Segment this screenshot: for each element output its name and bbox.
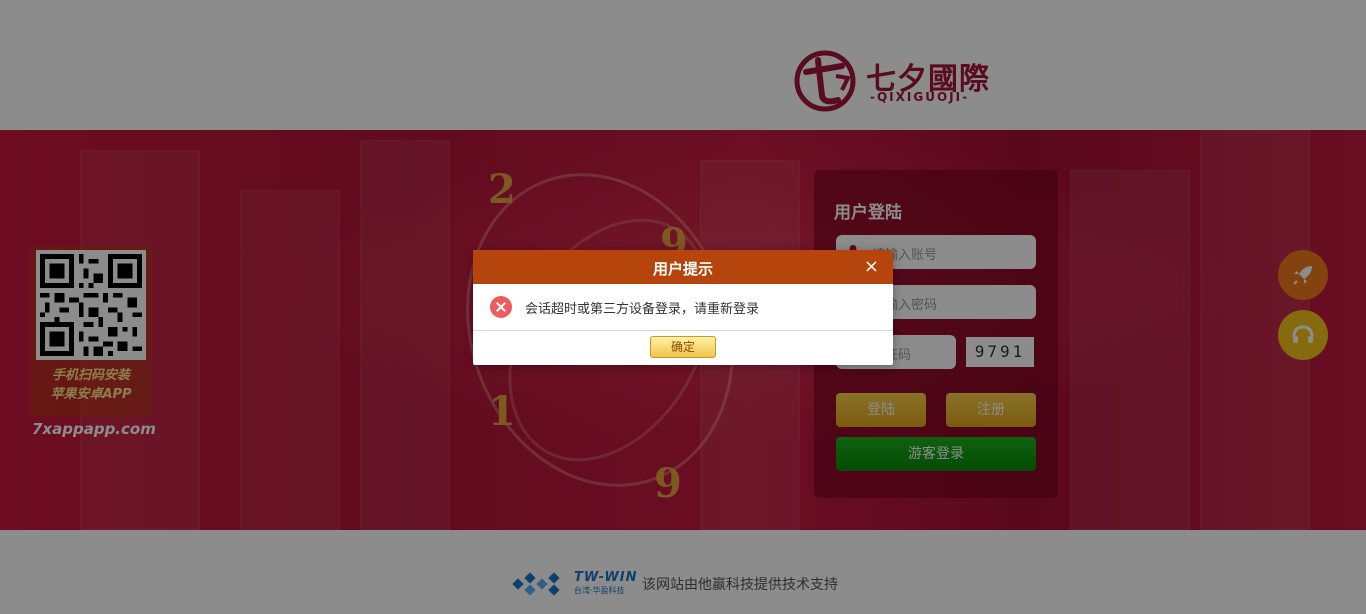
confirm-button[interactable]: 确定 <box>650 336 716 358</box>
close-icon[interactable]: × <box>864 256 879 277</box>
dialog-title: 用户提示 <box>652 260 713 278</box>
dialog-header: 用户提示 × <box>473 250 893 284</box>
error-icon <box>490 296 512 318</box>
dialog-message: 会话超时或第三方设备登录，请重新登录 <box>525 302 760 317</box>
alert-dialog: 用户提示 × 会话超时或第三方设备登录，请重新登录 确定 <box>473 250 893 365</box>
dialog-divider <box>473 330 893 331</box>
